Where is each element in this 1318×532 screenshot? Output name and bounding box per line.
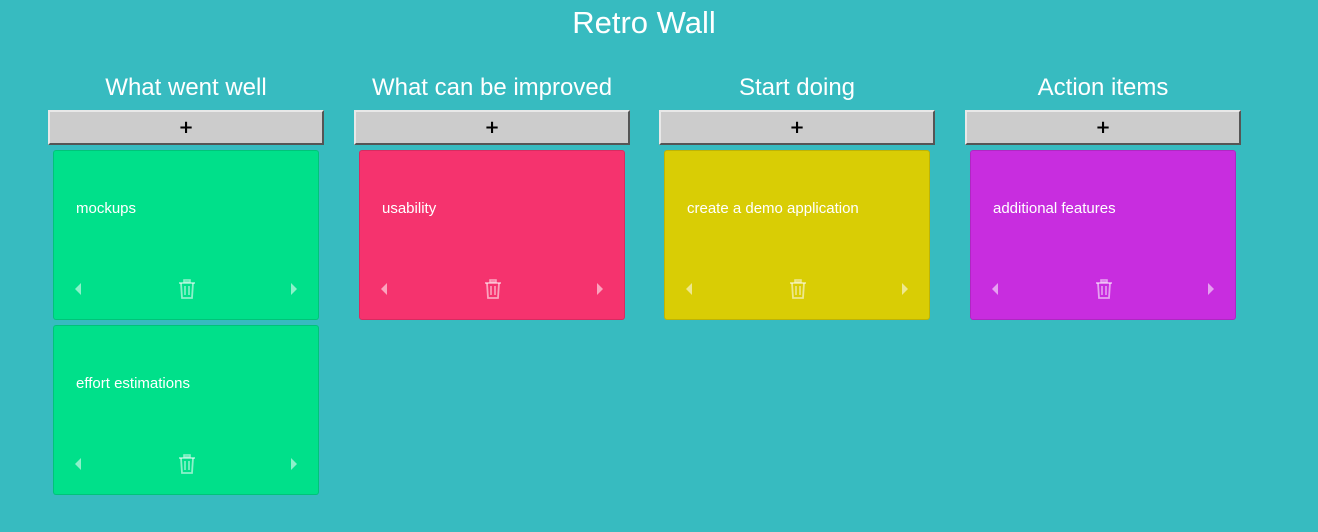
caret-left-icon[interactable] bbox=[677, 277, 701, 301]
column-title: What can be improved bbox=[371, 74, 613, 101]
caret-right-icon[interactable] bbox=[1199, 277, 1223, 301]
column-title: Start doing bbox=[738, 74, 856, 101]
column-title: What went well bbox=[105, 74, 267, 101]
trash-icon[interactable] bbox=[786, 277, 810, 301]
card-controls bbox=[54, 277, 318, 301]
card-list: usability bbox=[354, 150, 630, 320]
column-3: Action items + additional features bbox=[965, 70, 1241, 320]
column-1: What can be improved + usability bbox=[354, 70, 630, 320]
trash-icon[interactable] bbox=[1092, 277, 1116, 301]
trash-icon[interactable] bbox=[481, 277, 505, 301]
retro-card[interactable]: effort estimations bbox=[53, 325, 319, 495]
card-list: mockups effort estimations bbox=[48, 150, 324, 495]
card-list: create a demo application bbox=[659, 150, 935, 320]
add-card-button[interactable]: + bbox=[659, 110, 935, 145]
trash-icon[interactable] bbox=[175, 452, 199, 476]
card-controls bbox=[54, 452, 318, 476]
card-text[interactable]: usability bbox=[382, 200, 436, 217]
card-list: additional features bbox=[965, 150, 1241, 320]
card-controls bbox=[971, 277, 1235, 301]
caret-left-icon[interactable] bbox=[372, 277, 396, 301]
add-card-button[interactable]: + bbox=[48, 110, 324, 145]
retro-card[interactable]: mockups bbox=[53, 150, 319, 320]
caret-left-icon[interactable] bbox=[66, 277, 90, 301]
retro-card[interactable]: usability bbox=[359, 150, 625, 320]
caret-right-icon[interactable] bbox=[893, 277, 917, 301]
add-card-button[interactable]: + bbox=[965, 110, 1241, 145]
card-text[interactable]: additional features bbox=[993, 200, 1116, 217]
add-card-button[interactable]: + bbox=[354, 110, 630, 145]
caret-right-icon[interactable] bbox=[282, 452, 306, 476]
caret-right-icon[interactable] bbox=[282, 277, 306, 301]
trash-icon[interactable] bbox=[175, 277, 199, 301]
retro-card[interactable]: create a demo application bbox=[664, 150, 930, 320]
card-controls bbox=[360, 277, 624, 301]
card-text[interactable]: effort estimations bbox=[76, 375, 190, 392]
caret-left-icon[interactable] bbox=[983, 277, 1007, 301]
retro-card[interactable]: additional features bbox=[970, 150, 1236, 320]
card-controls bbox=[665, 277, 929, 301]
caret-right-icon[interactable] bbox=[588, 277, 612, 301]
page-title: Retro Wall bbox=[572, 5, 716, 40]
column-title: Action items bbox=[1037, 74, 1169, 101]
card-text[interactable]: create a demo application bbox=[687, 200, 859, 217]
column-0: What went well + mockups effort estimations bbox=[48, 70, 324, 495]
caret-left-icon[interactable] bbox=[66, 452, 90, 476]
card-text[interactable]: mockups bbox=[76, 200, 136, 217]
column-2: Start doing + create a demo application bbox=[659, 70, 935, 320]
